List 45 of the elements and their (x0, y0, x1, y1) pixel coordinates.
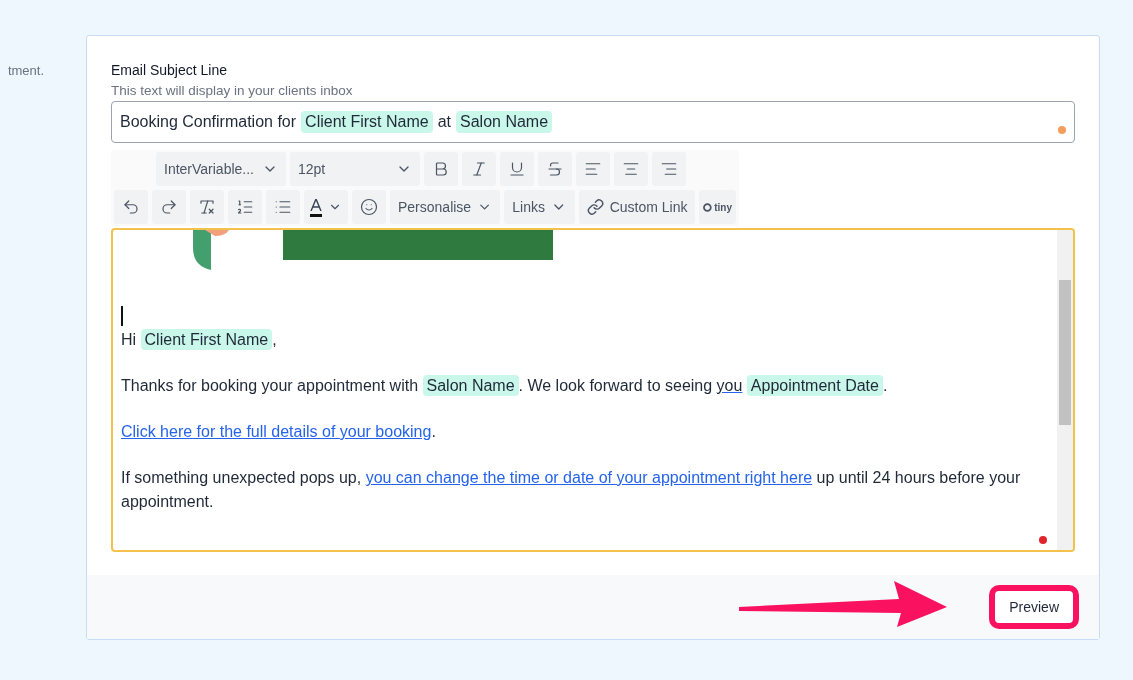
custom-link-button[interactable]: Custom Link (578, 190, 696, 224)
email-editor[interactable] (111, 228, 1075, 552)
emoji-icon[interactable] (352, 190, 386, 224)
font-dropdown[interactable]: InterVariable... (156, 152, 286, 186)
paragraph: If something unexpected pops up, you can change the time or date of your appointment right here up until 24 hours before your appointment. (121, 468, 1022, 512)
paragraph: Hi Client First Name , (121, 328, 278, 352)
size-dropdown[interactable]: 12pt (290, 152, 420, 186)
menu-dropdown[interactable]: Personalise (390, 190, 501, 224)
status-dot-icon (1039, 536, 1047, 544)
ring-icon (703, 202, 713, 212)
bullet-list-icon[interactable] (266, 190, 300, 224)
side-text: tment. (7, 63, 44, 78)
brand-badge[interactable]: tiny (699, 190, 736, 224)
subject-text: Booking Confirmation for (120, 113, 297, 131)
placeholder-tag: Salon Name (456, 111, 553, 133)
scrollbar[interactable] (1057, 230, 1073, 550)
menu-dropdown[interactable]: Links (504, 190, 575, 224)
status-dot-icon (1058, 126, 1066, 134)
preview-button[interactable]: Preview (989, 585, 1079, 629)
paragraph: Thanks for booking your appointment with Salon Name . We look forward to seeing you Appointment Date . (121, 374, 889, 398)
strikethrough-icon[interactable] (538, 152, 572, 186)
align-right-icon[interactable] (652, 152, 686, 186)
align-left-icon[interactable] (576, 152, 610, 186)
numbered-list-icon[interactable] (228, 190, 262, 224)
link[interactable]: you can change the time or date of your appointment right here (365, 469, 813, 486)
field-hint: This text will display in your clients inbox (111, 83, 354, 98)
align-center-icon[interactable] (614, 152, 648, 186)
paragraph: Click here for the full details of your booking. (121, 422, 437, 442)
italic-icon[interactable] (462, 152, 496, 186)
placeholder-tag: Client First Name (140, 329, 273, 350)
link-icon (586, 198, 604, 216)
placeholder-tag: Salon Name (422, 375, 519, 396)
underline-icon[interactable] (500, 152, 534, 186)
subject-text: at (437, 113, 451, 131)
link[interactable]: Click here for the full details of your booking (121, 423, 432, 440)
clear-format-icon[interactable] (190, 190, 224, 224)
subject-field[interactable]: Booking Confirmation for Client First Name at Salon Name (111, 101, 1075, 143)
field-label: Email Subject Line (111, 62, 228, 78)
placeholder-tag: Appointment Date (746, 375, 883, 396)
bold-icon[interactable] (424, 152, 458, 186)
redo-icon[interactable] (152, 190, 186, 224)
undo-icon[interactable] (114, 190, 148, 224)
text-color-icon[interactable] (304, 190, 348, 224)
placeholder-tag: Client First Name (301, 111, 433, 133)
text-cursor-icon (121, 306, 123, 326)
